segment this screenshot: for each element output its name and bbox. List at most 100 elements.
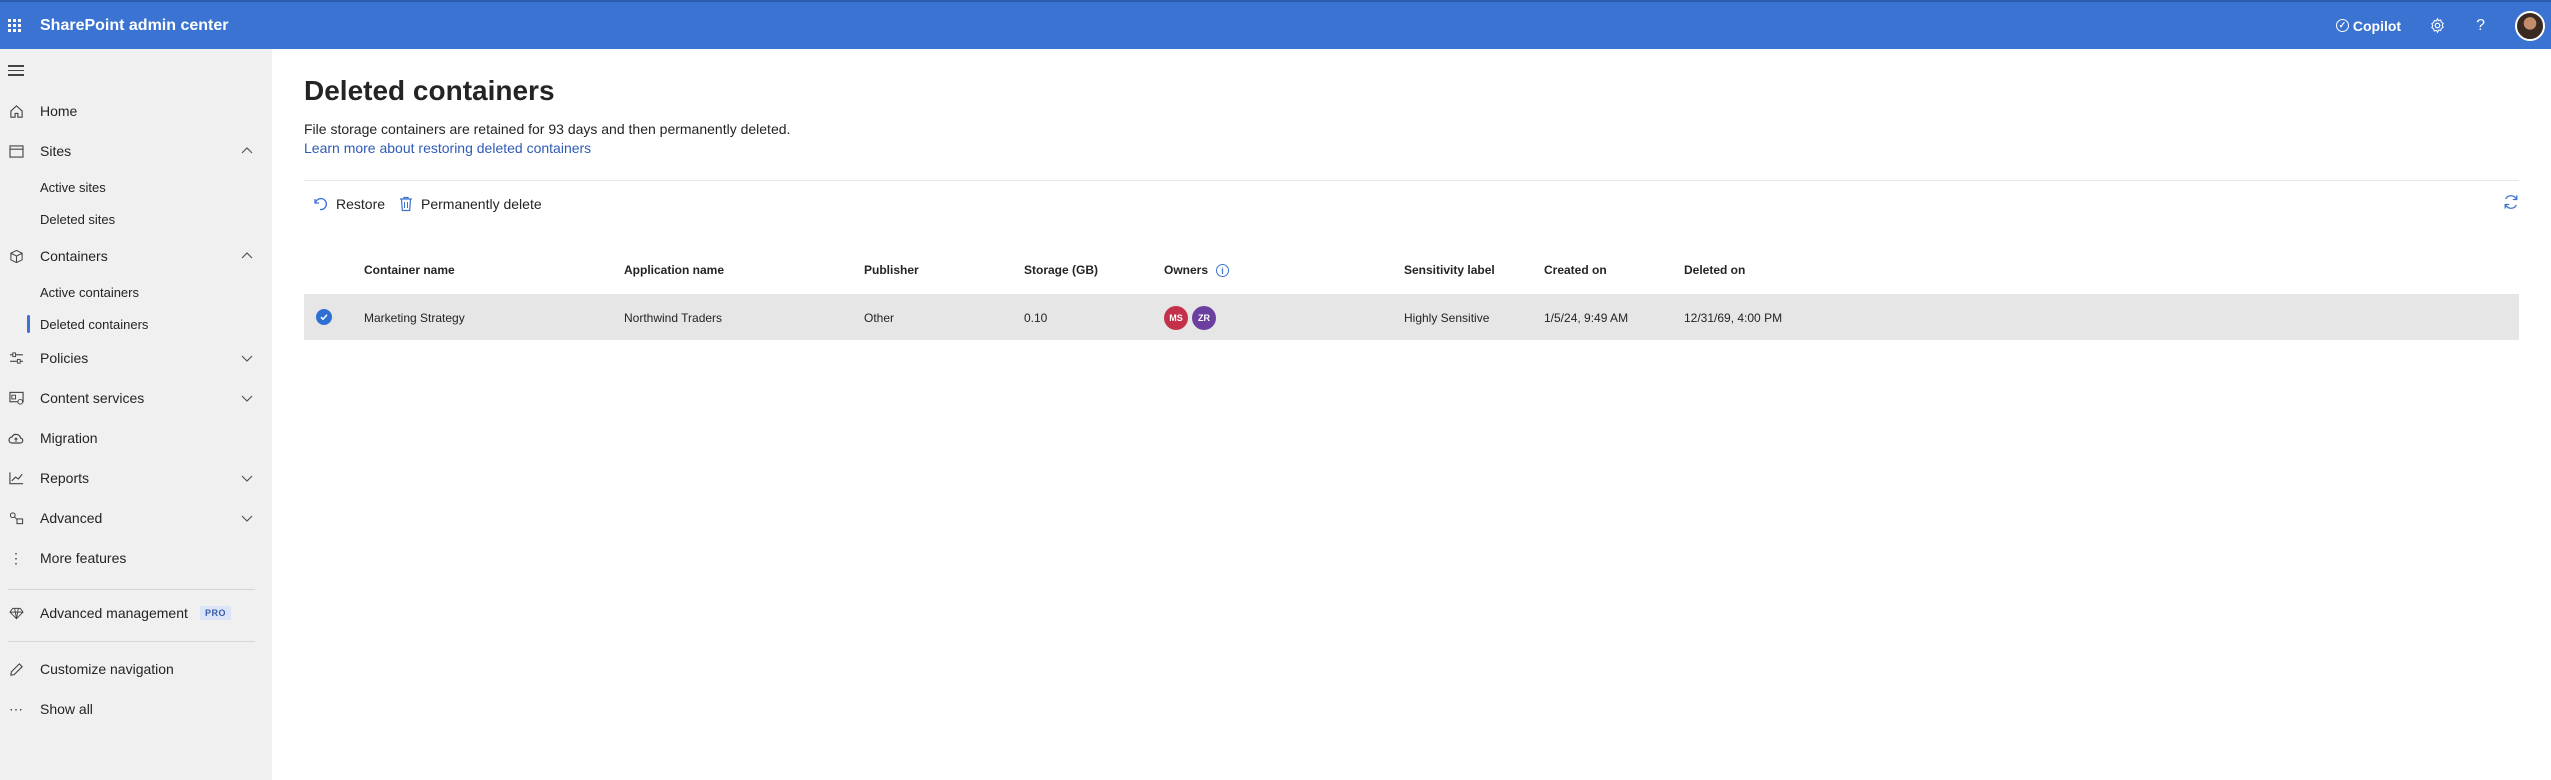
help-icon[interactable]: ?: [2476, 17, 2485, 35]
sidebar-item-label: Home: [40, 103, 78, 119]
sidebar-item-advanced[interactable]: Advanced: [0, 502, 272, 534]
sidebar: Home Sites Active sites Deleted sites Co…: [0, 49, 272, 780]
column-header-created-on[interactable]: Created on: [1544, 263, 1607, 277]
top-bar: SharePoint admin center ✓ Copilot ?: [0, 0, 2551, 49]
sidebar-item-containers[interactable]: Containers: [0, 240, 272, 272]
content-services-icon: [8, 390, 24, 406]
selected-indicator: [27, 315, 30, 333]
sidebar-item-deleted-sites[interactable]: Deleted sites: [0, 205, 272, 233]
diamond-icon: [8, 605, 24, 621]
main-content: Deleted containers File storage containe…: [272, 49, 2551, 780]
column-header-sensitivity-label[interactable]: Sensitivity label: [1404, 263, 1495, 277]
sidebar-item-label: More features: [40, 550, 127, 566]
sidebar-item-label: Active containers: [40, 284, 139, 300]
chevron-down-icon[interactable]: [240, 351, 254, 365]
sidebar-item-home[interactable]: Home: [0, 95, 272, 127]
owner-avatar[interactable]: ZR: [1192, 306, 1216, 330]
cell-storage: 0.10: [1024, 311, 1048, 325]
restore-button[interactable]: Restore: [312, 192, 385, 216]
pencil-icon: [8, 661, 24, 677]
permanently-delete-label: Permanently delete: [421, 196, 542, 212]
checkmark-icon: [320, 314, 328, 321]
sidebar-item-label: Advanced management: [40, 605, 188, 621]
sidebar-divider: [8, 589, 255, 590]
command-bar-divider: [304, 180, 2519, 181]
chevron-down-icon[interactable]: [240, 471, 254, 485]
undo-icon: [314, 197, 328, 211]
waffle-icon[interactable]: [8, 18, 22, 33]
sidebar-item-label: Active sites: [40, 179, 106, 195]
owner-avatar[interactable]: MS: [1164, 306, 1188, 330]
sidebar-item-label: Deleted sites: [40, 211, 116, 227]
owners-header-label: Owners: [1164, 263, 1209, 277]
column-header-owners[interactable]: Owners i: [1164, 263, 1230, 278]
sidebar-item-show-all[interactable]: ⋯ Show all: [0, 693, 272, 725]
refresh-icon[interactable]: [2502, 193, 2520, 211]
copilot-button[interactable]: ✓ Copilot: [2335, 17, 2402, 34]
sidebar-item-label: Reports: [40, 470, 90, 486]
chevron-down-icon[interactable]: [240, 511, 254, 525]
chevron-up-icon[interactable]: [240, 249, 254, 263]
sidebar-item-deleted-containers[interactable]: Deleted containers: [0, 310, 272, 338]
info-icon[interactable]: i: [1216, 264, 1230, 278]
row-checkbox[interactable]: [316, 309, 332, 325]
reports-icon: [8, 470, 24, 486]
sites-icon: [8, 143, 24, 159]
sidebar-item-active-sites[interactable]: Active sites: [0, 173, 272, 201]
cell-sensitivity-label: Highly Sensitive: [1404, 311, 1490, 325]
sidebar-item-label: Customize navigation: [40, 661, 174, 677]
sidebar-item-label: Content services: [40, 390, 145, 406]
sidebar-item-label: Containers: [40, 248, 108, 264]
policies-icon: [8, 350, 24, 366]
column-header-publisher[interactable]: Publisher: [864, 263, 919, 277]
sidebar-item-label: Sites: [40, 143, 72, 159]
sidebar-item-content-services[interactable]: Content services: [0, 382, 272, 414]
hamburger-icon[interactable]: [8, 65, 24, 79]
sidebar-item-label: Migration: [40, 430, 98, 446]
sidebar-item-active-containers[interactable]: Active containers: [0, 278, 272, 306]
sidebar-item-sites[interactable]: Sites: [0, 135, 272, 167]
cell-application-name: Northwind Traders: [624, 311, 723, 325]
chevron-down-icon[interactable]: [240, 391, 254, 405]
column-header-deleted-on[interactable]: Deleted on: [1684, 263, 1745, 277]
table-row[interactable]: Marketing Strategy Northwind Traders Oth…: [304, 294, 2519, 340]
copilot-label: Copilot: [2352, 17, 2402, 34]
sidebar-item-more-features[interactable]: ⋮ More features: [0, 542, 272, 574]
cell-deleted-on: 12/31/69, 4:00 PM: [1684, 311, 1783, 325]
chevron-up-icon[interactable]: [240, 144, 254, 158]
cell-created-on: 1/5/24, 9:49 AM: [1544, 311, 1629, 325]
pro-badge: PRO: [200, 606, 232, 620]
page-title: Deleted containers: [304, 75, 555, 106]
sidebar-item-advanced-management[interactable]: Advanced management PRO: [0, 597, 272, 629]
restore-label: Restore: [336, 196, 386, 212]
sidebar-item-label: Deleted containers: [40, 316, 149, 332]
containers-icon: [8, 248, 24, 264]
migration-icon: [8, 430, 24, 446]
column-header-container-name[interactable]: Container name: [364, 263, 455, 277]
sidebar-item-label: Advanced: [40, 510, 103, 526]
cell-container-name[interactable]: Marketing Strategy: [364, 311, 465, 325]
more-features-icon: ⋮: [9, 549, 23, 566]
sidebar-item-label: Show all: [40, 701, 93, 717]
gear-icon[interactable]: [2429, 17, 2446, 34]
ellipsis-icon: ⋯: [9, 700, 23, 717]
page-description: File storage containers are retained for…: [304, 121, 791, 137]
sidebar-item-reports[interactable]: Reports: [0, 462, 272, 494]
sidebar-item-customize-navigation[interactable]: Customize navigation: [0, 653, 272, 685]
sidebar-item-label: Policies: [40, 350, 89, 366]
sidebar-divider: [8, 641, 255, 642]
advanced-icon: [8, 510, 24, 526]
copilot-icon: ✓: [2335, 19, 2349, 32]
home-icon: [8, 103, 24, 119]
sidebar-item-migration[interactable]: Migration: [0, 422, 272, 454]
permanently-delete-button[interactable]: Permanently delete: [399, 192, 542, 216]
app-title[interactable]: SharePoint admin center: [40, 17, 229, 35]
learn-more-link[interactable]: Learn more about restoring deleted conta…: [304, 140, 591, 156]
avatar[interactable]: [2515, 10, 2545, 41]
column-header-storage[interactable]: Storage (GB): [1024, 263, 1098, 277]
sidebar-item-policies[interactable]: Policies: [0, 342, 272, 374]
trash-icon: [400, 196, 412, 212]
top-right-controls: ✓ Copilot ?: [2335, 2, 2545, 49]
cell-publisher: Other: [864, 311, 895, 325]
column-header-application-name[interactable]: Application name: [624, 263, 724, 277]
